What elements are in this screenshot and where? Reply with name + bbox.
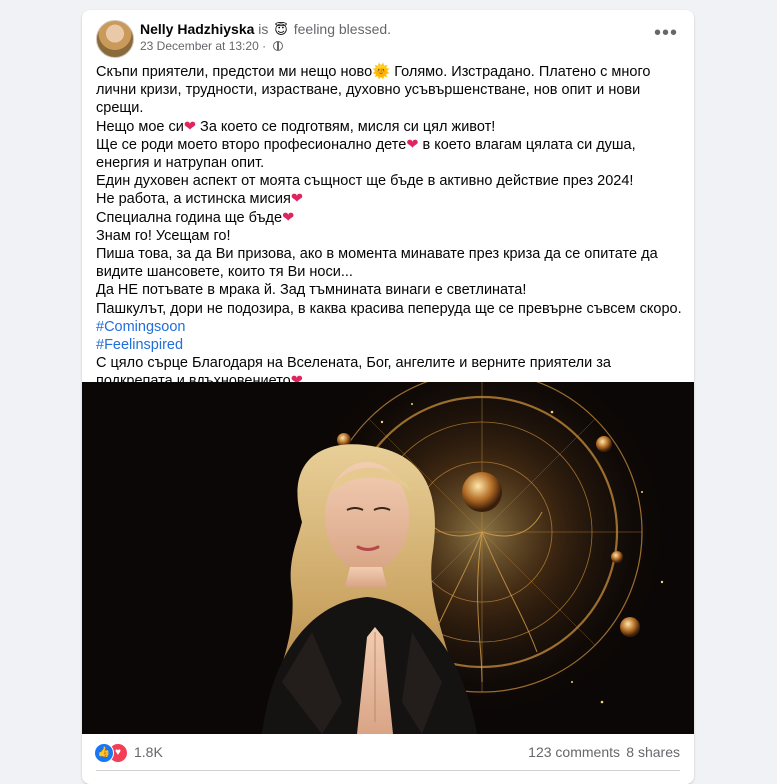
post-meta: 23 December at 13:20 · <box>140 39 284 53</box>
heart-emoji-icon: ❤ <box>290 191 303 208</box>
shares-count[interactable]: 8 shares <box>626 744 680 760</box>
post-header: Nelly Hadzhiyska is 😇 feeling blessed. 2… <box>82 10 694 60</box>
is-word: is <box>258 21 269 37</box>
feeling-emoji-icon: 😇 <box>274 22 288 37</box>
heart-emoji-icon: ❤ <box>282 209 295 226</box>
text-paragraph: Знам го! Усещам го! <box>96 227 231 244</box>
post-photo[interactable] <box>82 382 694 734</box>
author-line: Nelly Hadzhiyska is 😇 feeling blessed. <box>140 21 391 38</box>
text-paragraph: Един духовен аспект от моята същност ще … <box>96 173 634 190</box>
text-paragraph: Нещо мое си❤ За което се подготвям, мисл… <box>96 118 682 136</box>
post-timestamp[interactable]: 23 December at 13:20 <box>140 39 259 53</box>
hashtag-comingsoon[interactable]: #Comingsoon <box>96 319 185 335</box>
text-paragraph: Не работа, а истинска мисия❤ <box>96 190 682 208</box>
sun-emoji-icon: 🌞 <box>372 64 391 80</box>
hashtag-feelinspired[interactable]: #Feelinspired <box>96 337 183 353</box>
globe-icon <box>273 41 284 51</box>
photo-illustration <box>82 382 694 734</box>
text-line: Специална година ще бъде <box>96 209 283 226</box>
text-line: Скъпи приятели, предстои ми нещо ново <box>96 64 373 80</box>
text-paragraph: Пиша това, за да Ви призова, ако в момен… <box>96 246 658 281</box>
text-paragraph: Пашкулът, дори не подозира, в каква крас… <box>96 300 682 317</box>
text-paragraph: Скъпи приятели, предстои ми нещо ново🌞 Г… <box>96 63 682 118</box>
stats-divider <box>96 770 680 771</box>
more-options-icon[interactable]: ••• <box>654 23 678 48</box>
facebook-post: Nelly Hadzhiyska is 😇 feeling blessed. 2… <box>82 10 694 784</box>
heart-emoji-icon: ❤ <box>406 136 419 153</box>
text-line: Нещо мое си <box>96 118 184 135</box>
text-paragraph: #Comingsoon <box>96 318 682 336</box>
post-text: Скъпи приятели, предстои ми нещо ново🌞 Г… <box>96 63 682 391</box>
text-line: За което се подготвям, мисля си цял живо… <box>196 118 496 135</box>
post-stats: 👍 ♥ 1.8K 123 comments 8 shares <box>82 734 694 770</box>
heart-emoji-icon: ❤ <box>183 118 197 135</box>
text-paragraph: Да НЕ потъвате в мрака й. Зад тъмнината … <box>96 282 527 299</box>
text-line: Ще се роди моето второ професионално дет… <box>96 136 407 153</box>
meta-separator: · <box>262 39 267 53</box>
comments-count[interactable]: 123 comments <box>528 744 620 760</box>
like-reaction-icon[interactable]: 👍 <box>94 743 114 763</box>
avatar[interactable] <box>96 20 134 58</box>
text-paragraph: Специална година ще бъде❤ <box>96 209 682 227</box>
feeling-text: feeling blessed. <box>293 21 392 37</box>
text-paragraph: #Feelinspired <box>96 336 682 354</box>
reaction-count[interactable]: 1.8K <box>134 744 163 760</box>
text-paragraph: Ще се роди моето второ професионално дет… <box>96 136 682 172</box>
author-name[interactable]: Nelly Hadzhiyska <box>140 21 254 37</box>
text-line: Не работа, а истинска мисия <box>96 191 291 208</box>
